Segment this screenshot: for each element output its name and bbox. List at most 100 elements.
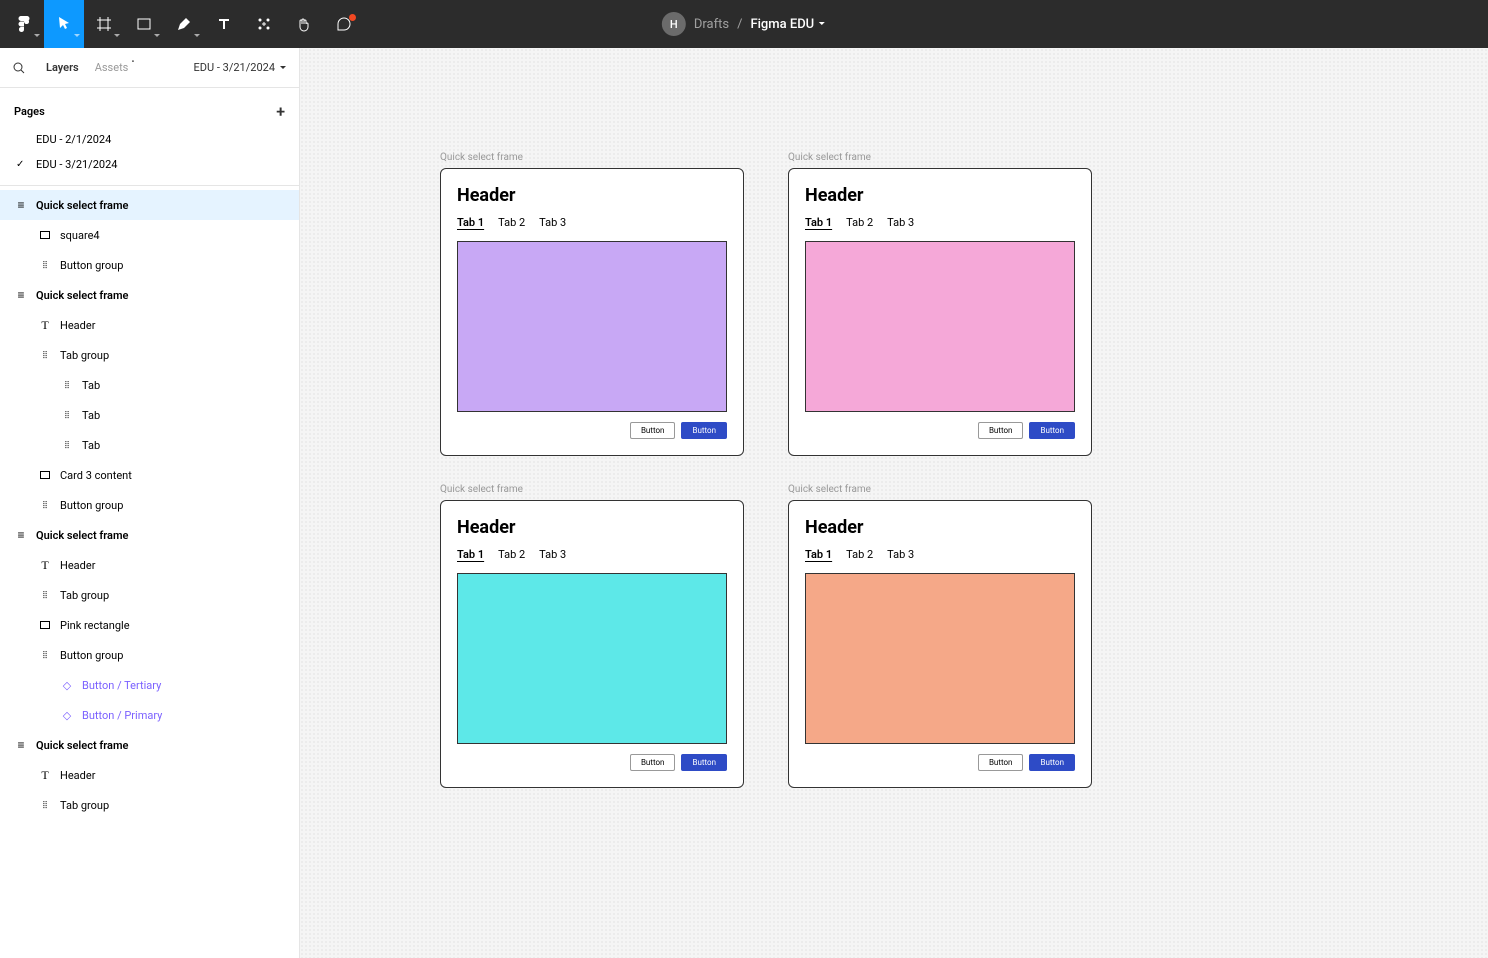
frame-tab[interactable]: Tab 3	[887, 548, 914, 561]
tertiary-button[interactable]: Button	[978, 754, 1024, 771]
canvas-frame-wrap: Quick select frameHeaderTab 1Tab 2Tab 3B…	[440, 500, 744, 788]
group-icon	[38, 798, 52, 812]
tertiary-button[interactable]: Button	[978, 422, 1024, 439]
rectangle-icon	[136, 16, 152, 32]
list-icon	[14, 198, 28, 212]
layer-row[interactable]: Quick select frame	[0, 730, 299, 760]
page-selector[interactable]: EDU - 3/21/2024	[194, 61, 287, 74]
layer-row[interactable]: Quick select frame	[0, 190, 299, 220]
file-name-label: Figma EDU	[750, 17, 814, 32]
text-icon: T	[38, 558, 52, 572]
frame-tab[interactable]: Tab 1	[457, 216, 484, 229]
tab-assets[interactable]: Assets	[95, 61, 129, 74]
canvas[interactable]: Quick select frame Header Tab 1 Tab 2 Tab 3 B…	[300, 48, 1488, 958]
layer-row[interactable]: square4	[0, 220, 299, 250]
frame-label[interactable]: Quick select frame	[440, 152, 523, 163]
shape-tool-button[interactable]	[124, 0, 164, 48]
avatar[interactable]: H	[662, 12, 686, 36]
frame-label[interactable]: Quick select frame	[440, 484, 523, 495]
layer-label: Button / Tertiary	[82, 679, 161, 692]
layer-label: Header	[60, 769, 95, 782]
layer-row[interactable]: Tab group	[0, 340, 299, 370]
layer-row[interactable]: Button group	[0, 250, 299, 280]
group-icon	[38, 648, 52, 662]
tab-layers[interactable]: Layers	[46, 61, 79, 74]
layer-row[interactable]: Button / Tertiary	[0, 670, 299, 700]
layer-row[interactable]: Tab	[0, 430, 299, 460]
layer-row[interactable]: Pink rectangle	[0, 610, 299, 640]
frame-content[interactable]	[457, 241, 727, 412]
layer-row[interactable]: Tab	[0, 370, 299, 400]
layer-row[interactable]: Button / Primary	[0, 700, 299, 730]
layer-label: Tab	[82, 409, 100, 422]
main-menu-button[interactable]	[4, 0, 44, 48]
primary-button[interactable]: Button	[681, 754, 727, 771]
hand-tool-button[interactable]	[284, 0, 324, 48]
primary-button[interactable]: Button	[1029, 754, 1075, 771]
layer-row[interactable]: Button group	[0, 640, 299, 670]
layer-row[interactable]: Card 3 content	[0, 460, 299, 490]
frame-tab[interactable]: Tab 2	[846, 216, 873, 229]
frame-tab[interactable]: Tab 3	[539, 548, 566, 561]
comp-icon	[60, 708, 74, 722]
layer-row[interactable]: Tab	[0, 400, 299, 430]
pen-icon	[176, 16, 192, 32]
frame-tab[interactable]: Tab 1	[457, 548, 484, 561]
page-item[interactable]: EDU - 3/21/2024	[0, 152, 299, 177]
breadcrumb-drafts[interactable]: Drafts	[694, 17, 729, 32]
layer-row[interactable]: Tab group	[0, 790, 299, 820]
frame-tabs: Tab 1 Tab 2 Tab 3	[457, 548, 727, 561]
resources-tool-button[interactable]	[244, 0, 284, 48]
pen-tool-button[interactable]	[164, 0, 204, 48]
frame-button-group: Button Button	[805, 422, 1075, 439]
layer-row[interactable]: THeader	[0, 550, 299, 580]
canvas-frame[interactable]: HeaderTab 1Tab 2Tab 3ButtonButton	[788, 168, 1092, 456]
frame-tool-button[interactable]	[84, 0, 124, 48]
add-page-button[interactable]: +	[276, 102, 285, 121]
resources-icon	[256, 16, 272, 32]
frame-tab[interactable]: Tab 1	[805, 216, 832, 229]
frame-tab[interactable]: Tab 2	[846, 548, 873, 561]
layer-row[interactable]: Quick select frame	[0, 280, 299, 310]
move-tool-button[interactable]	[44, 0, 84, 48]
page-item[interactable]: EDU - 2/1/2024	[0, 127, 299, 152]
group-icon	[38, 588, 52, 602]
frame-tab[interactable]: Tab 3	[539, 216, 566, 229]
comment-tool-button[interactable]	[324, 0, 364, 48]
layer-label: Tab group	[60, 589, 109, 602]
frame-tab[interactable]: Tab 1	[805, 548, 832, 561]
frame-content[interactable]	[805, 241, 1075, 412]
group-icon	[60, 378, 74, 392]
tertiary-button[interactable]: Button	[630, 754, 676, 771]
frame-content[interactable]	[805, 573, 1075, 744]
breadcrumb-separator: /	[737, 17, 742, 32]
layer-label: square4	[60, 229, 100, 242]
canvas-frame[interactable]: Header Tab 1 Tab 2 Tab 3 Button Button	[788, 500, 1092, 788]
canvas-frame-wrap: Quick select frameHeaderTab 1Tab 2Tab 3B…	[440, 168, 744, 456]
layer-row[interactable]: THeader	[0, 760, 299, 790]
text-tool-button[interactable]	[204, 0, 244, 48]
rect-icon	[38, 618, 52, 632]
chevron-down-icon	[818, 20, 826, 28]
frame-tab[interactable]: Tab 2	[498, 548, 525, 561]
frame-tab[interactable]: Tab 3	[887, 216, 914, 229]
search-icon[interactable]	[12, 61, 26, 75]
breadcrumb-file[interactable]: Figma EDU	[750, 17, 826, 32]
rect-icon	[38, 228, 52, 242]
layer-row[interactable]: Quick select frame	[0, 520, 299, 550]
panel-tabs: Layers Assets EDU - 3/21/2024	[0, 48, 299, 88]
layer-row[interactable]: Tab group	[0, 580, 299, 610]
frame-tab[interactable]: Tab 2	[498, 216, 525, 229]
layer-row[interactable]: THeader	[0, 310, 299, 340]
frame-header: Header	[805, 517, 1075, 538]
tertiary-button[interactable]: Button	[630, 422, 676, 439]
frame-content[interactable]	[457, 573, 727, 744]
frame-label[interactable]: Quick select frame	[788, 484, 871, 495]
primary-button[interactable]: Button	[1029, 422, 1075, 439]
layer-label: Button / Primary	[82, 709, 162, 722]
primary-button[interactable]: Button	[681, 422, 727, 439]
canvas-frame[interactable]: HeaderTab 1Tab 2Tab 3ButtonButton	[440, 500, 744, 788]
layer-row[interactable]: Button group	[0, 490, 299, 520]
canvas-frame[interactable]: HeaderTab 1Tab 2Tab 3ButtonButton	[440, 168, 744, 456]
frame-label[interactable]: Quick select frame	[788, 152, 871, 163]
